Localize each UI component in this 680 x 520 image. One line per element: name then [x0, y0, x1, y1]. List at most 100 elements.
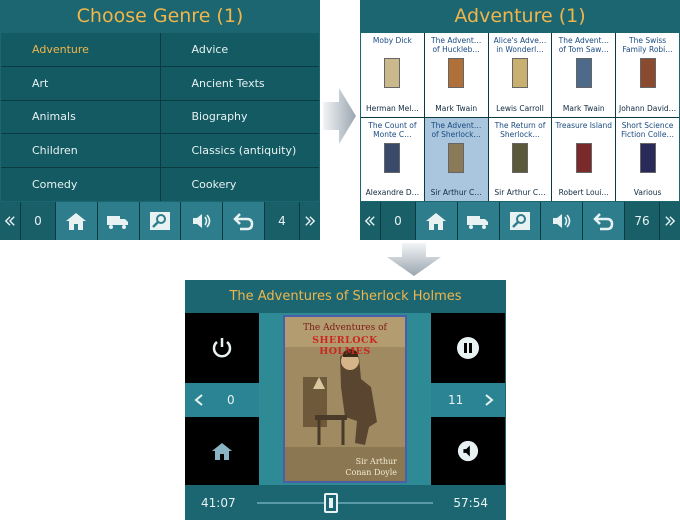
- book-title: Treasure Island: [555, 120, 613, 130]
- book-grid: Moby Dick Herman Mel… The Advent… of Huck…: [361, 33, 679, 201]
- book-tile[interactable]: The Advent… of Tom Saw… Mark Twain: [552, 33, 616, 117]
- home-icon: [212, 443, 232, 460]
- delivery-button[interactable]: [97, 202, 139, 240]
- progress-thumb[interactable]: [323, 493, 338, 513]
- book-author: Johann David…: [618, 103, 677, 113]
- player-right-controls: 11: [431, 313, 505, 485]
- search-button[interactable]: [499, 202, 541, 240]
- genre-item[interactable]: Biography: [160, 100, 319, 134]
- remaining-time: 57:54: [453, 496, 488, 510]
- player-title: The Adventures of Sherlock Holmes: [229, 289, 462, 304]
- book-cover: [511, 142, 528, 173]
- chevron-right-icon: [485, 394, 494, 406]
- page-prev-count: 0: [21, 202, 55, 240]
- page-next-button[interactable]: [659, 202, 680, 240]
- book-cover: [575, 58, 592, 88]
- book-author: Robert Loui…: [558, 188, 609, 197]
- double-right-icon: [665, 216, 676, 226]
- back-button[interactable]: [223, 202, 264, 240]
- genre-panel-title: Choose Genre (1): [76, 5, 244, 27]
- book-title: Short Science Fiction Colle…: [621, 120, 674, 139]
- book-author: Herman Mel…: [365, 103, 419, 113]
- double-left-icon: [4, 216, 15, 226]
- book-cover: [384, 58, 401, 88]
- book-tile[interactable]: The Advent… of Huckleb… Mark Twain: [424, 33, 488, 117]
- book-toolbar: 0 76: [360, 202, 680, 240]
- book-panel: Adventure (1) Moby Dick Herman Mel… The A…: [360, 0, 680, 240]
- book-cover: [575, 142, 592, 173]
- book-panel-title: Adventure (1): [454, 5, 586, 27]
- book-cover: [639, 58, 656, 88]
- home-button[interactable]: [416, 202, 457, 240]
- genre-item[interactable]: Art: [1, 66, 160, 100]
- book-tile[interactable]: Short Science Fiction Colle… Various: [616, 117, 679, 201]
- volume-button[interactable]: [181, 202, 223, 240]
- player-panel: The Adventures of Sherlock Holmes 0 The …: [185, 280, 506, 520]
- home-button[interactable]: [56, 202, 97, 240]
- cover-area: The Adventures of SHERLOCK HOLMES Sir Ar…: [259, 313, 431, 485]
- genre-item[interactable]: Comedy: [1, 168, 160, 201]
- book-author: Mark Twain: [435, 103, 478, 113]
- delivery-button[interactable]: [457, 202, 499, 240]
- chapter-next[interactable]: 11: [431, 383, 505, 417]
- book-title: The Return of Sherlock…: [494, 120, 546, 139]
- page-next-button[interactable]: [299, 202, 320, 240]
- book-author: Alexandre D…: [365, 188, 420, 197]
- pause-button[interactable]: [431, 313, 505, 383]
- book-title: Alice's Adve… in Wonderl…: [493, 36, 547, 54]
- book-cover: [511, 58, 528, 88]
- genre-item[interactable]: Adventure: [1, 33, 160, 66]
- book-title: Moby Dick: [372, 36, 412, 45]
- genre-toolbar: 0 4: [0, 202, 320, 240]
- chapter-next-count: 11: [448, 393, 464, 407]
- home-icon: [66, 213, 87, 230]
- page-prev-count: 0: [381, 202, 415, 240]
- genre-item[interactable]: Animals: [1, 100, 160, 134]
- book-author: Various: [633, 188, 662, 197]
- truck-icon: [467, 216, 489, 229]
- back-button[interactable]: [583, 202, 624, 240]
- search-button[interactable]: [139, 202, 181, 240]
- genre-grid: Adventure Advice Art Ancient Texts Anima…: [1, 33, 319, 201]
- book-tile[interactable]: The Advent… of Sherlock… Sir Arthur C…: [424, 117, 488, 201]
- book-tile[interactable]: Treasure Island Robert Loui…: [552, 117, 616, 201]
- page-next-count: 76: [624, 202, 659, 240]
- genre-item[interactable]: Advice: [160, 33, 319, 66]
- cover-title-line1: The Adventures of: [303, 323, 387, 333]
- genre-item[interactable]: Children: [1, 134, 160, 168]
- undo-icon: [592, 213, 613, 231]
- genre-item[interactable]: Cookery: [160, 168, 319, 201]
- book-cover: [384, 142, 401, 173]
- genre-item[interactable]: Classics (antiquity): [160, 134, 319, 168]
- speaker-icon: [192, 214, 211, 228]
- player-left-controls: 0: [185, 313, 259, 485]
- book-tile[interactable]: Moby Dick Herman Mel…: [361, 33, 424, 117]
- book-author: Sir Arthur C…: [430, 188, 482, 197]
- genre-item[interactable]: Ancient Texts: [160, 66, 319, 100]
- double-left-icon: [364, 216, 375, 226]
- book-author: Lewis Carroll: [496, 103, 544, 113]
- book-cover-large: The Adventures of SHERLOCK HOLMES Sir Ar…: [283, 315, 407, 483]
- cover-author-line1: Sir Arthur: [355, 457, 397, 466]
- chapter-prev[interactable]: 0: [185, 383, 259, 417]
- book-tile[interactable]: The Count of Monte C… Alexandre D…: [361, 117, 424, 201]
- page-prev-button[interactable]: [360, 202, 380, 240]
- book-tile[interactable]: The Swiss Family Robi… Johann David…: [616, 33, 679, 117]
- volume-button[interactable]: [541, 202, 583, 240]
- double-right-icon: [305, 216, 316, 226]
- home-icon: [426, 213, 447, 230]
- page-next-count: 4: [264, 202, 299, 240]
- progress-track[interactable]: [257, 502, 433, 504]
- book-title: The Advent… of Tom Saw…: [558, 36, 609, 54]
- arrow-right-icon: [323, 88, 356, 144]
- progress-bar-area: 41:07 57:54: [185, 485, 506, 520]
- power-icon: [212, 338, 232, 358]
- book-tile[interactable]: The Return of Sherlock… Sir Arthur C…: [488, 117, 552, 201]
- pause-icon: [457, 337, 479, 359]
- truck-icon: [107, 216, 129, 229]
- home-button[interactable]: [185, 417, 259, 485]
- page-prev-button[interactable]: [0, 202, 20, 240]
- power-button[interactable]: [185, 313, 259, 383]
- mute-button[interactable]: [431, 417, 505, 485]
- book-tile[interactable]: Alice's Adve… in Wonderl… Lewis Carroll: [488, 33, 552, 117]
